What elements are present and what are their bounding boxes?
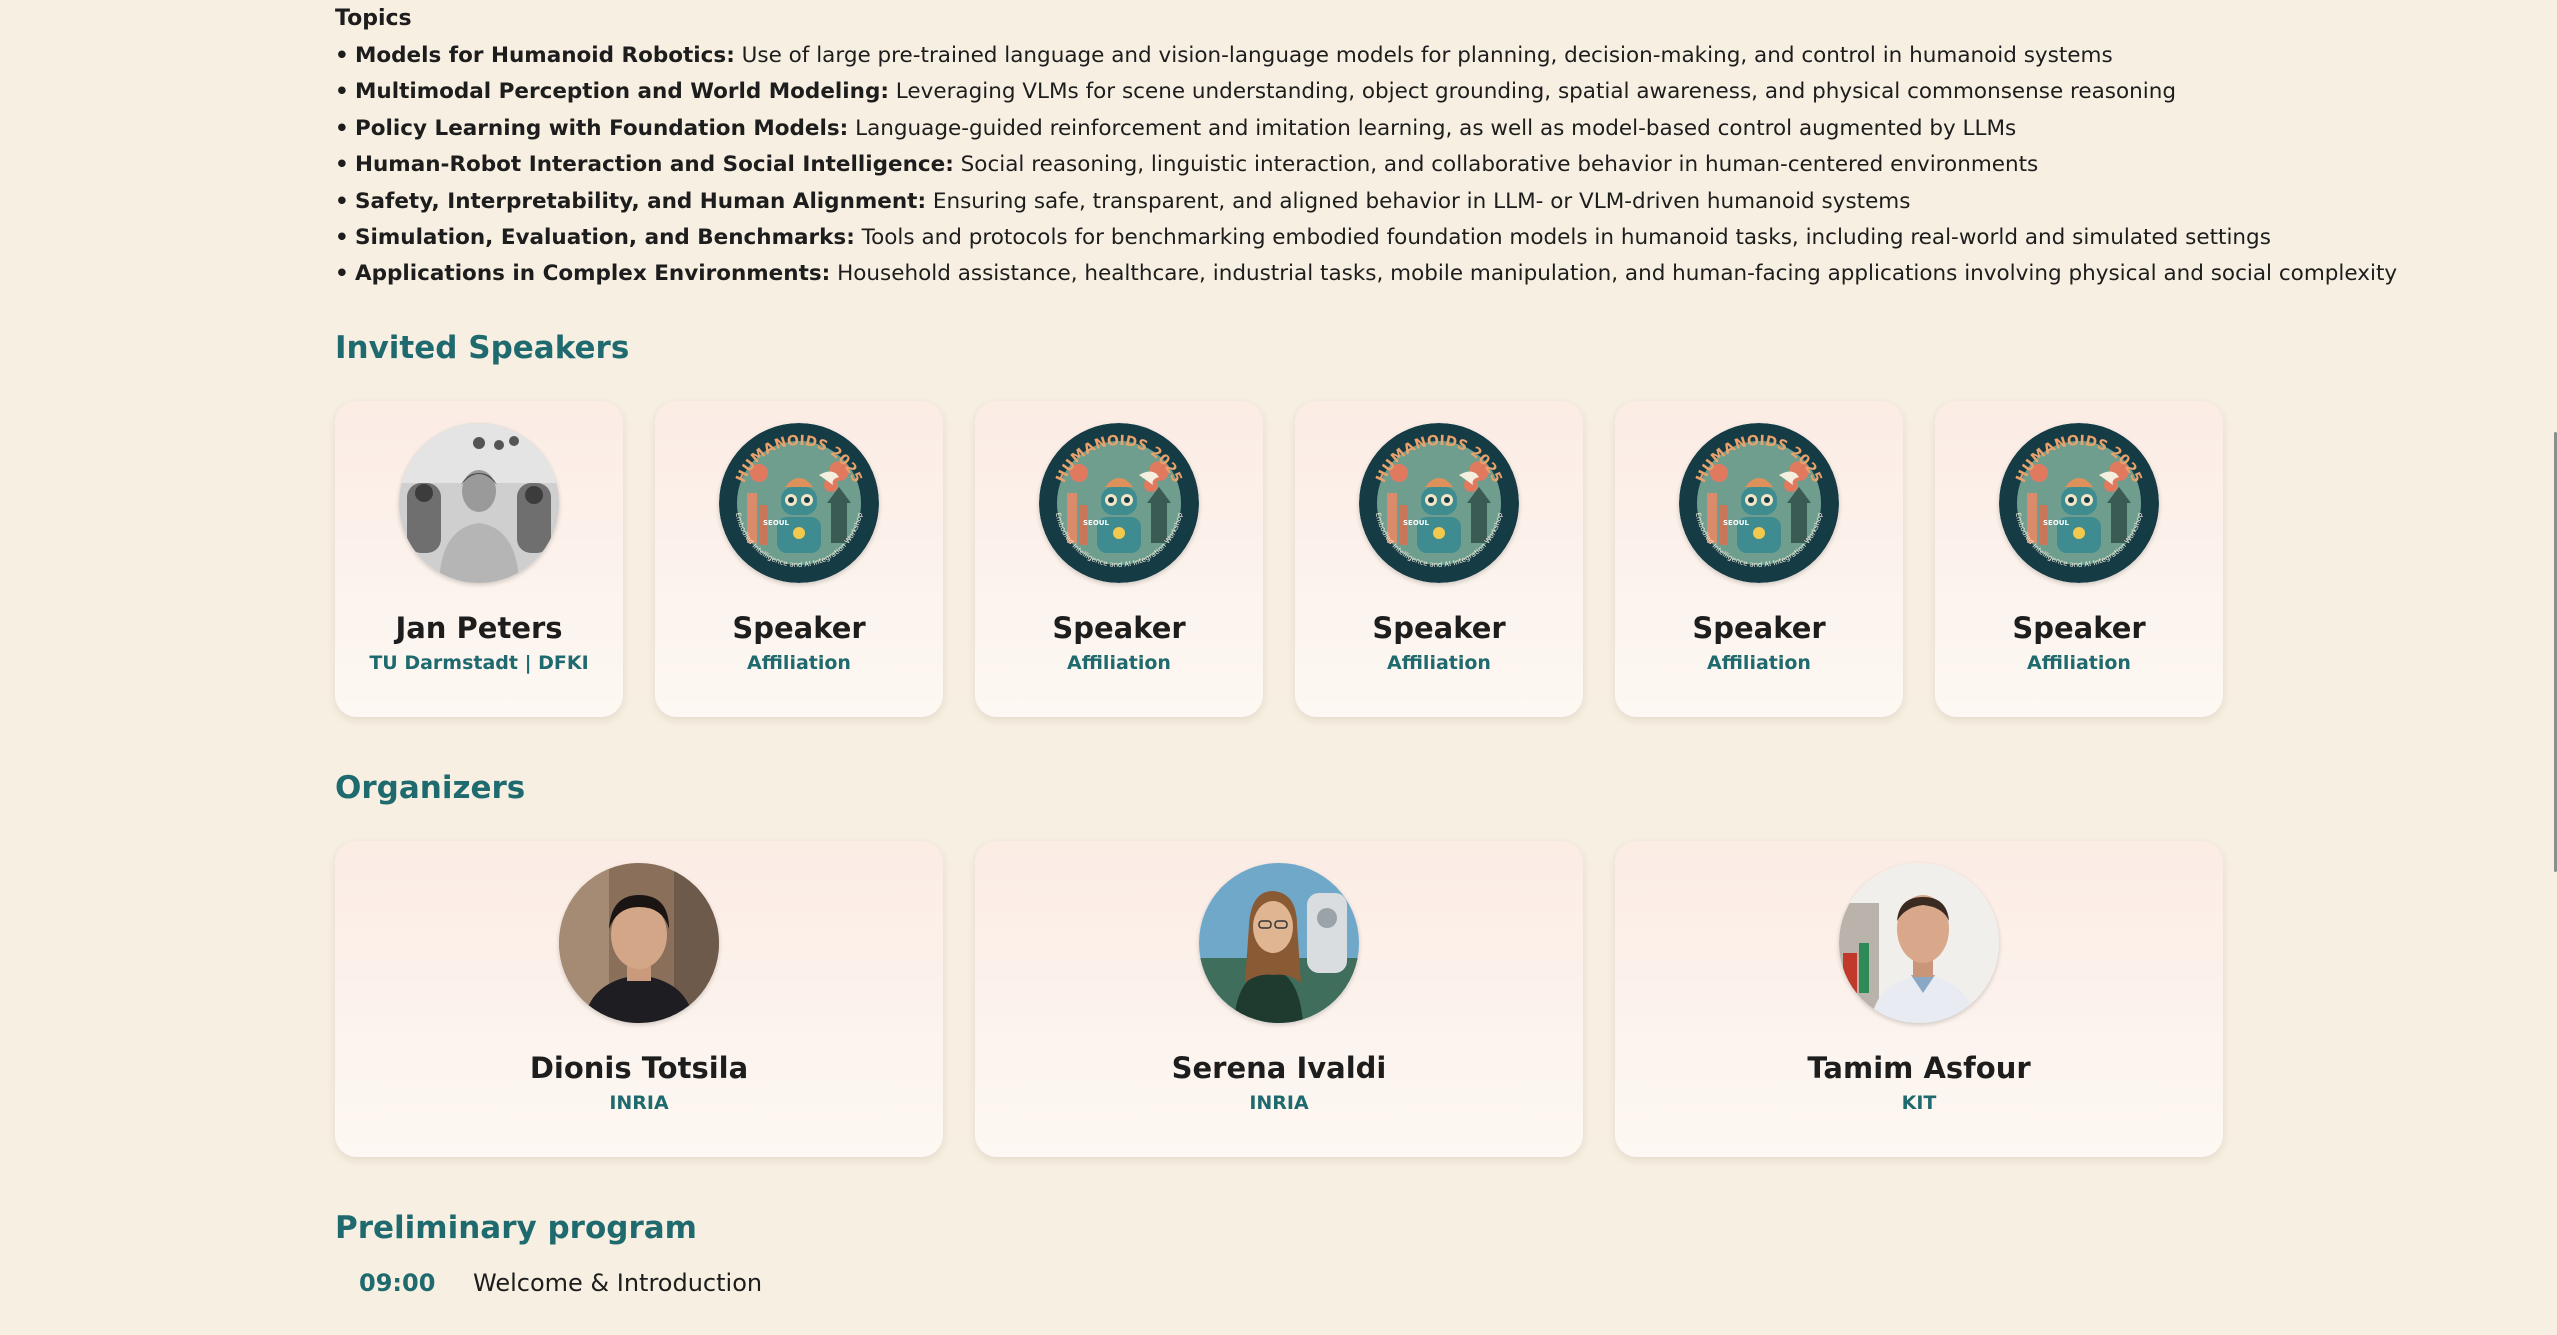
- organizer-photo: [1839, 862, 1999, 1023]
- speaker-name: Speaker: [732, 610, 866, 645]
- speaker-affiliation: Affiliation: [1707, 651, 1811, 674]
- topic-description: Use of large pre-trained language and vi…: [734, 43, 2113, 68]
- speaker-name: Jan Peters: [395, 610, 563, 645]
- speaker-photo: SEOUL HUMANOIDS 2025 Embodied Intelligen…: [1039, 422, 1199, 583]
- topic-title: Safety, Interpretability, and Human Alig…: [355, 188, 927, 214]
- organizer-name: Serena Ivaldi: [1171, 1050, 1387, 1085]
- speaker-card[interactable]: SEOUL HUMANOIDS 2025 Embodied Intelligen…: [655, 400, 943, 717]
- speaker-photo: SEOUL HUMANOIDS 2025 Embodied Intelligen…: [1999, 422, 2159, 583]
- topic-description: Ensuring safe, transparent, and aligned …: [926, 188, 1911, 214]
- topics-list: Models for Humanoid Robotics: Use of lar…: [335, 38, 2397, 293]
- logo-city-text: SEOUL: [1403, 519, 1429, 527]
- speakers-grid: Jan Peters TU Darmstadt | DFKI SEOUL HUM…: [335, 400, 2225, 717]
- program-heading: Preliminary program: [335, 1209, 697, 1246]
- speaker-photo: SEOUL HUMANOIDS 2025 Embodied Intelligen…: [719, 422, 879, 583]
- topic-item: Safety, Interpretability, and Human Alig…: [335, 184, 2225, 221]
- organizers-grid: Dionis Totsila INRIA Serena Ivaldi INRIA: [335, 840, 2225, 1157]
- organizer-name: Dionis Totsila: [529, 1050, 749, 1085]
- person-photo: [559, 862, 719, 1023]
- program-row: 09:00 Welcome & Introduction: [335, 1269, 2225, 1297]
- topic-item: Policy Learning with Foundation Models: …: [335, 111, 2225, 148]
- speaker-photo: SEOUL HUMANOIDS 2025 Embodied Intelligen…: [1359, 422, 1519, 583]
- topic-description: Household assistance, healthcare, indust…: [830, 261, 2398, 287]
- organizer-affiliation: INRIA: [609, 1091, 669, 1114]
- topic-description: Social reasoning, linguistic interaction…: [953, 152, 2039, 178]
- speaker-card[interactable]: Jan Peters TU Darmstadt | DFKI: [335, 400, 623, 717]
- topics-section: Topics Models for Humanoid Robotics: Use…: [335, 6, 2397, 293]
- workshop-logo: SEOUL HUMANOIDS 2025 Embodied Intelligen…: [1359, 422, 1519, 583]
- topic-title: Multimodal Perception and World Modeling…: [355, 79, 889, 105]
- speaker-name: Speaker: [1372, 610, 1506, 645]
- person-photo: [399, 422, 559, 583]
- topics-heading: Topics: [335, 6, 412, 31]
- logo-city-text: SEOUL: [1083, 519, 1109, 527]
- person-photo: [1839, 862, 1999, 1023]
- topic-description: Language-guided reinforcement and imitat…: [848, 115, 2017, 141]
- topic-description: Tools and protocols for benchmarking emb…: [854, 225, 2271, 251]
- speaker-name: Speaker: [1692, 610, 1826, 645]
- organizer-photo: [559, 862, 719, 1023]
- organizer-affiliation: KIT: [1901, 1091, 1937, 1114]
- organizers-heading: Organizers: [335, 769, 526, 806]
- speaker-name: Speaker: [1052, 610, 1186, 645]
- workshop-logo: SEOUL HUMANOIDS 2025 Embodied Intelligen…: [1039, 422, 1199, 583]
- topic-item: Models for Humanoid Robotics: Use of lar…: [335, 38, 2225, 75]
- invited-speakers-heading: Invited Speakers: [335, 329, 630, 366]
- person-photo: [1199, 862, 1359, 1023]
- speaker-card[interactable]: SEOUL HUMANOIDS 2025 Embodied Intelligen…: [975, 400, 1263, 717]
- topic-title: Models for Humanoid Robotics:: [355, 43, 735, 68]
- logo-city-text: SEOUL: [2043, 519, 2069, 527]
- speaker-name: Speaker: [2012, 610, 2146, 645]
- speaker-card[interactable]: SEOUL HUMANOIDS 2025 Embodied Intelligen…: [1295, 400, 1583, 717]
- logo-city-text: SEOUL: [1723, 519, 1749, 527]
- speaker-photo: SEOUL HUMANOIDS 2025 Embodied Intelligen…: [1679, 422, 1839, 583]
- topic-item: Human-Robot Interaction and Social Intel…: [335, 147, 2225, 184]
- program-title: Welcome & Introduction: [473, 1268, 763, 1297]
- speaker-photo: [399, 422, 559, 583]
- speaker-affiliation: Affiliation: [1067, 651, 1171, 674]
- organizer-card[interactable]: Tamim Asfour KIT: [1615, 840, 2223, 1157]
- topic-title: Human-Robot Interaction and Social Intel…: [355, 152, 954, 178]
- topic-item: Simulation, Evaluation, and Benchmarks: …: [335, 220, 2271, 257]
- topic-description: Leveraging VLMs for scene understanding,…: [888, 79, 2177, 105]
- organizer-photo: [1199, 862, 1359, 1023]
- workshop-logo: SEOUL HUMANOIDS 2025 Embodied Intelligen…: [1679, 422, 1839, 583]
- topic-title: Policy Learning with Foundation Models:: [355, 115, 849, 141]
- program-time: 09:00: [359, 1268, 436, 1297]
- workshop-logo: SEOUL HUMANOIDS 2025 Embodied Intelligen…: [1999, 422, 2159, 583]
- topic-title: Simulation, Evaluation, and Benchmarks:: [355, 225, 855, 251]
- topic-item: Multimodal Perception and World Modeling…: [335, 74, 2225, 111]
- organizer-name: Tamim Asfour: [1807, 1050, 2031, 1085]
- speaker-affiliation: Affiliation: [1387, 651, 1491, 674]
- speaker-card[interactable]: SEOUL HUMANOIDS 2025 Embodied Intelligen…: [1935, 400, 2223, 717]
- logo-city-text: SEOUL: [763, 519, 789, 527]
- speaker-affiliation: Affiliation: [2027, 651, 2131, 674]
- topic-title: Applications in Complex Environments:: [355, 261, 831, 287]
- speaker-affiliation: TU Darmstadt | DFKI: [369, 651, 589, 674]
- speaker-card[interactable]: SEOUL HUMANOIDS 2025 Embodied Intelligen…: [1615, 400, 1903, 717]
- page-content: Topics Models for Humanoid Robotics: Use…: [335, 0, 2397, 1297]
- speaker-affiliation: Affiliation: [747, 651, 851, 674]
- organizer-card[interactable]: Dionis Totsila INRIA: [335, 840, 943, 1157]
- topic-item: Applications in Complex Environments: Ho…: [335, 256, 2397, 293]
- workshop-logo: SEOUL HUMANOIDS 2025 Embodied Intelligen…: [719, 422, 879, 583]
- organizer-affiliation: INRIA: [1249, 1091, 1309, 1114]
- organizer-card[interactable]: Serena Ivaldi INRIA: [975, 840, 1583, 1157]
